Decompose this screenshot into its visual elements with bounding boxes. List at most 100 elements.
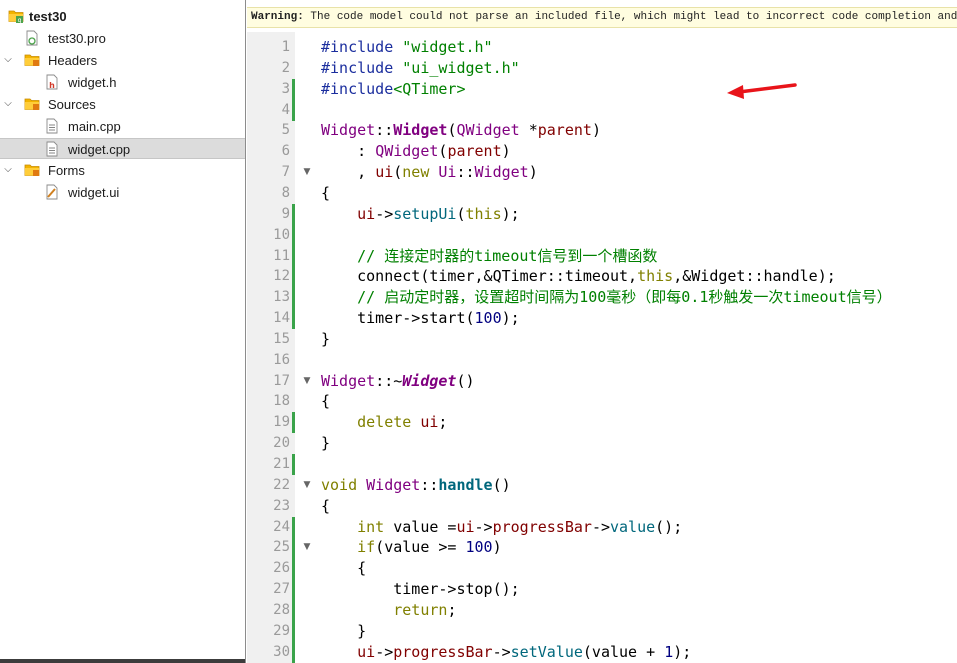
line-number: 4 xyxy=(281,101,290,118)
code-line[interactable]: if(value >= 100) xyxy=(321,537,502,558)
tree-item-label: main.cpp xyxy=(68,119,121,134)
tree-item-headers[interactable]: ⌵ Headers xyxy=(0,50,245,71)
code-token: ) xyxy=(501,142,511,161)
code-line[interactable]: // 连接定时器的timeout信号到一个槽函数 xyxy=(321,246,657,267)
pro-file-icon xyxy=(24,30,40,46)
code-token: , xyxy=(321,163,376,182)
code-token: parent xyxy=(537,121,592,140)
code-line[interactable]: { xyxy=(321,391,330,412)
fold-column: ▼ ▼ ▼ ▼ xyxy=(295,32,319,663)
code-line[interactable]: connect(timer,&QTimer::timeout,this,&Wid… xyxy=(321,266,836,287)
tree-item-widget-cpp[interactable]: widget.cpp xyxy=(0,138,245,159)
code-line[interactable]: ui->setupUi(this); xyxy=(321,204,520,225)
code-token: 100 xyxy=(465,538,493,557)
code-token: ) xyxy=(492,538,502,557)
project-tree[interactable]: ⌵ q test30 test30.pro ⌵ Headers h widget.h ⌵ Sour… xyxy=(0,0,246,663)
code-line[interactable]: #include<QTimer> xyxy=(321,79,466,100)
code-line[interactable]: ui->progressBar->setValue(value + 1); xyxy=(321,642,691,663)
expand-chevron-icon[interactable]: ⌵ xyxy=(2,53,14,67)
line-number: 16 xyxy=(273,351,290,368)
fold-arrow-icon[interactable]: ▼ xyxy=(301,162,313,183)
line-number: 13 xyxy=(273,289,290,306)
code-line[interactable]: return; xyxy=(321,600,456,621)
line-number: 21 xyxy=(273,456,290,472)
code-line[interactable]: { xyxy=(321,558,366,579)
tree-item-label: widget.ui xyxy=(68,185,120,200)
line-number: 20 xyxy=(273,435,290,452)
line-number: 10 xyxy=(273,226,290,243)
code-line[interactable]: { xyxy=(321,183,330,204)
code-line[interactable]: timer->stop(); xyxy=(321,579,520,600)
code-token: int xyxy=(357,517,385,536)
code-token: Ui xyxy=(438,163,457,182)
code-line[interactable]: #include "widget.h" xyxy=(321,37,493,58)
line-number: 19 xyxy=(273,414,290,431)
code-token: ( xyxy=(456,204,466,223)
code-line[interactable]: { xyxy=(321,496,330,517)
source-file-icon xyxy=(44,141,60,157)
code-line[interactable]: } xyxy=(321,329,330,350)
tree-item-main-cpp[interactable]: main.cpp xyxy=(0,116,245,137)
tree-item-sources[interactable]: ⌵ Sources xyxy=(0,94,245,115)
tree-item-test30[interactable]: ⌵qtest30 xyxy=(0,6,245,27)
code-token: #include xyxy=(321,79,394,98)
project-folder-icon: q xyxy=(8,8,24,24)
tree-item-test30-pro[interactable]: test30.pro xyxy=(0,28,245,49)
code-line[interactable]: int value =ui->progressBar->value(); xyxy=(321,517,682,538)
line-number: 14 xyxy=(273,310,290,327)
code-token: } xyxy=(321,434,331,453)
code-token: ); xyxy=(673,642,692,661)
code-line[interactable]: Widget::~Widget() xyxy=(321,371,475,392)
line-number: 28 xyxy=(273,601,290,618)
code-token: QWidget xyxy=(375,142,439,161)
tree-item-widget-ui[interactable]: widget.ui xyxy=(0,182,245,203)
code-line[interactable]: } xyxy=(321,433,330,454)
code-line[interactable]: , ui(new Ui::Widget) xyxy=(321,162,538,183)
code-token: ui xyxy=(357,642,376,661)
tree-item-forms[interactable]: ⌵ Forms xyxy=(0,160,245,181)
code-token: -> xyxy=(492,642,511,661)
code-token: ); xyxy=(501,309,520,328)
line-number: 2 xyxy=(281,59,290,76)
line-number: 8 xyxy=(281,184,290,201)
warning-title: Warning: xyxy=(251,11,304,23)
code-line[interactable]: // 启动定时器，设置超时间隔为100毫秒（即每0.1秒触发一次timeout信… xyxy=(321,287,892,308)
code-token: Widget xyxy=(321,121,376,140)
code-line[interactable]: #include "ui_widget.h" xyxy=(321,58,520,79)
tree-item-widget-h[interactable]: h widget.h xyxy=(0,72,245,93)
code-token: Widget xyxy=(321,371,376,390)
code-token: { xyxy=(321,183,331,202)
code-token: } xyxy=(321,621,367,640)
code-line[interactable]: : QWidget(parent) xyxy=(321,141,511,162)
code-token: ui xyxy=(375,163,394,182)
fold-arrow-icon[interactable]: ▼ xyxy=(301,371,313,392)
code-token: handle xyxy=(438,475,493,494)
line-number: 24 xyxy=(273,518,290,535)
code-token: ui xyxy=(456,517,475,536)
code-token: timer->stop(); xyxy=(321,580,520,599)
fold-arrow-icon[interactable]: ▼ xyxy=(301,537,313,558)
code-line[interactable]: void Widget::handle() xyxy=(321,475,511,496)
code-token: setValue xyxy=(510,642,583,661)
expand-chevron-icon[interactable]: ⌵ xyxy=(2,163,14,177)
code-token: // 连接定时器的timeout信号到一个槽函数 xyxy=(321,246,658,265)
code-token: } xyxy=(321,329,331,348)
code-line[interactable]: delete ui; xyxy=(321,412,447,433)
line-number: 6 xyxy=(281,143,290,160)
code-line[interactable]: } xyxy=(321,621,366,642)
code-token: // 启动定时器，设置超时间隔为100毫秒（即每0.1秒触发一次timeout信… xyxy=(321,288,892,307)
code-token: (value >= xyxy=(375,538,466,557)
line-number: 17 xyxy=(273,372,290,389)
code-line[interactable]: timer->start(100); xyxy=(321,308,520,329)
code-line[interactable]: Widget::Widget(QWidget *parent) xyxy=(321,120,601,141)
folder-icon xyxy=(24,162,40,178)
code-editor[interactable]: Warning: The code model could not parse … xyxy=(247,0,957,663)
expand-chevron-icon[interactable]: ⌵ xyxy=(2,97,14,111)
fold-arrow-icon[interactable]: ▼ xyxy=(301,475,313,496)
